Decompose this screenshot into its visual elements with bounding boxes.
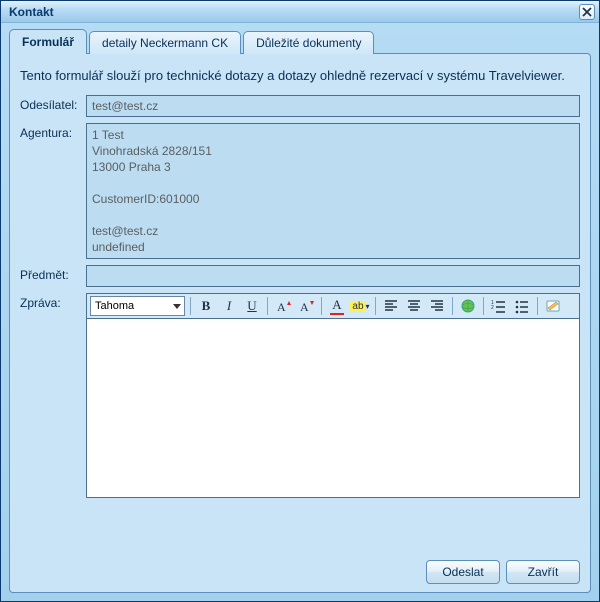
font-color-icon: A xyxy=(330,297,344,315)
font-family-select[interactable]: Tahoma xyxy=(90,296,185,316)
tab-details-neckermann[interactable]: detaily Neckermann CK xyxy=(89,31,241,54)
close-icon xyxy=(582,7,592,17)
bold-button[interactable]: B xyxy=(196,296,216,316)
editor-body[interactable] xyxy=(86,318,580,498)
label-message: Zpráva: xyxy=(20,293,86,310)
svg-text:A: A xyxy=(300,300,309,314)
label-sender: Odesílatel: xyxy=(20,95,86,112)
send-button[interactable]: Odeslat xyxy=(426,560,500,584)
toolbar-separator xyxy=(321,297,322,315)
shrink-font-button[interactable]: A xyxy=(296,296,316,316)
source-edit-button[interactable] xyxy=(543,296,563,316)
dialog-footer: Odeslat Zavřít xyxy=(20,552,580,584)
row-sender: Odesílatel: test@test.cz xyxy=(20,95,580,117)
close-button[interactable]: Zavřít xyxy=(506,560,580,584)
align-center-button[interactable] xyxy=(404,296,424,316)
label-subject: Předmět: xyxy=(20,265,86,282)
toolbar-separator xyxy=(452,297,453,315)
shrink-font-icon: A xyxy=(298,298,314,314)
row-message: Zpráva: Tahoma B I U A A xyxy=(20,293,580,546)
dialog-window: Kontakt Formulář detaily Neckermann CK D… xyxy=(0,0,600,602)
tab-documents[interactable]: Důležité dokumenty xyxy=(243,31,374,54)
toolbar-separator xyxy=(375,297,376,315)
ordered-list-icon: 12 xyxy=(491,298,507,314)
window-title: Kontakt xyxy=(9,5,54,19)
align-left-button[interactable] xyxy=(381,296,401,316)
align-right-icon xyxy=(429,298,445,314)
input-subject[interactable] xyxy=(86,265,580,287)
tab-panel-form: Tento formulář slouží pro technické dota… xyxy=(9,53,591,593)
grow-font-button[interactable]: A xyxy=(273,296,293,316)
italic-button[interactable]: I xyxy=(219,296,239,316)
window-close-button[interactable] xyxy=(579,4,595,20)
highlight-icon: ab xyxy=(350,301,365,312)
align-left-icon xyxy=(383,298,399,314)
unordered-list-button[interactable] xyxy=(512,296,532,316)
toolbar-separator xyxy=(267,297,268,315)
row-agency: Agentura: 1 Test Vinohradská 2828/151 13… xyxy=(20,123,580,259)
toolbar-separator xyxy=(190,297,191,315)
align-right-button[interactable] xyxy=(427,296,447,316)
svg-text:A: A xyxy=(277,300,286,314)
font-color-button[interactable]: A xyxy=(327,296,347,316)
tabstrip: Formulář detaily Neckermann CK Důležité … xyxy=(1,23,599,54)
underline-button[interactable]: U xyxy=(242,296,262,316)
field-agency: 1 Test Vinohradská 2828/151 13000 Praha … xyxy=(86,123,580,259)
svg-text:2: 2 xyxy=(491,305,494,311)
titlebar: Kontakt xyxy=(1,1,599,23)
field-sender: test@test.cz xyxy=(86,95,580,117)
toolbar-separator xyxy=(483,297,484,315)
label-agency: Agentura: xyxy=(20,123,86,140)
ordered-list-button[interactable]: 12 xyxy=(489,296,509,316)
highlight-button[interactable]: ab▾ xyxy=(350,296,370,316)
source-edit-icon xyxy=(545,298,561,314)
toolbar-separator xyxy=(537,297,538,315)
editor-toolbar: Tahoma B I U A A A xyxy=(86,293,580,318)
font-family-value: Tahoma xyxy=(95,300,134,312)
tab-form[interactable]: Formulář xyxy=(9,29,87,54)
intro-text: Tento formulář slouží pro technické dota… xyxy=(20,68,580,83)
grow-font-icon: A xyxy=(275,298,291,314)
unordered-list-icon xyxy=(514,298,530,314)
chevron-down-icon xyxy=(173,304,181,309)
align-center-icon xyxy=(406,298,422,314)
insert-link-button[interactable] xyxy=(458,296,478,316)
rich-editor: Tahoma B I U A A A xyxy=(86,293,580,498)
row-subject: Předmět: xyxy=(20,265,580,287)
link-icon xyxy=(460,298,476,314)
